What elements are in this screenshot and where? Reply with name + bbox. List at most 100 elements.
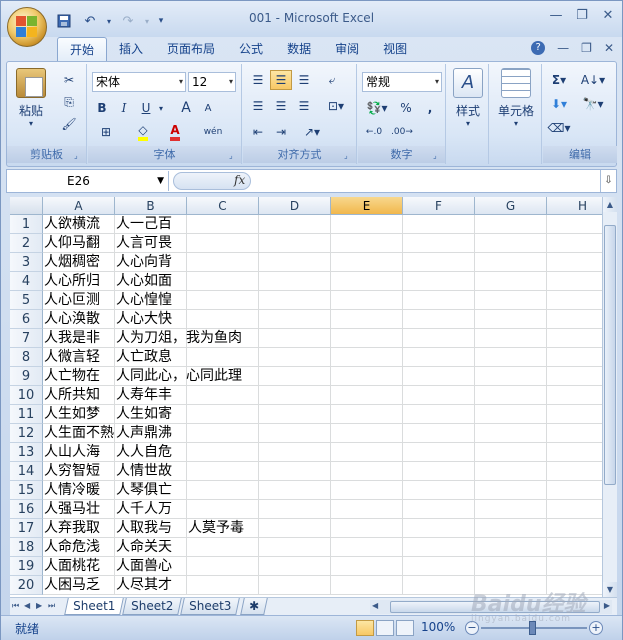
cell-g6[interactable] — [475, 310, 547, 329]
font-launcher-icon[interactable]: ⌟ — [229, 151, 239, 161]
cell-g19[interactable] — [475, 557, 547, 576]
column-header-e[interactable]: E — [331, 197, 403, 215]
page-layout-view-icon[interactable] — [376, 620, 394, 636]
close-button[interactable]: ✕ — [600, 9, 616, 23]
align-center-icon[interactable]: ☰ — [270, 96, 292, 116]
row-header[interactable]: 10 — [10, 386, 43, 405]
cell-h6[interactable] — [547, 310, 602, 329]
cell-g12[interactable] — [475, 424, 547, 443]
cell-f10[interactable] — [403, 386, 475, 405]
zoom-in-button[interactable]: + — [589, 621, 603, 635]
cell-c14[interactable] — [187, 462, 259, 481]
restore-button[interactable]: ❐ — [574, 9, 590, 23]
cell-c7[interactable] — [187, 329, 259, 348]
cell-h10[interactable] — [547, 386, 602, 405]
orientation-icon[interactable]: ↗▾ — [297, 122, 327, 142]
increase-indent-icon[interactable]: ⇥ — [270, 122, 292, 142]
cell-b1[interactable]: 人一己百 — [115, 215, 187, 234]
clear-icon[interactable]: ⌫▾ — [545, 118, 573, 138]
align-middle-icon[interactable]: ☰ — [270, 70, 292, 90]
sheet-tab-3[interactable]: Sheet3 — [180, 598, 241, 615]
cell-b7[interactable]: 人为刀俎，我为鱼肉 — [115, 329, 242, 348]
cell-a6[interactable]: 人心涣散 — [43, 310, 115, 329]
cell-a19[interactable]: 人面桃花 — [43, 557, 115, 576]
cell-g11[interactable] — [475, 405, 547, 424]
cell-h3[interactable] — [547, 253, 602, 272]
number-format-combo[interactable]: 常规 ▾ — [362, 72, 442, 92]
merge-center-icon[interactable]: ⊡▾ — [321, 96, 351, 116]
row-header[interactable]: 17 — [10, 519, 43, 538]
cell-g15[interactable] — [475, 481, 547, 500]
cell-a16[interactable]: 人强马壮 — [43, 500, 115, 519]
cell-a2[interactable]: 人仰马翻 — [43, 234, 115, 253]
cell-h5[interactable] — [547, 291, 602, 310]
cell-g13[interactable] — [475, 443, 547, 462]
increase-decimal-icon[interactable]: ←.0 — [362, 122, 386, 142]
cell-b3[interactable]: 人心向背 — [115, 253, 187, 272]
cell-a3[interactable]: 人烟稠密 — [43, 253, 115, 272]
cell-d17[interactable] — [259, 519, 331, 538]
cell-h2[interactable] — [547, 234, 602, 253]
alignment-launcher-icon[interactable]: ⌟ — [344, 151, 354, 161]
cell-e15[interactable] — [331, 481, 403, 500]
cell-f11[interactable] — [403, 405, 475, 424]
column-header-d[interactable]: D — [259, 197, 331, 215]
tab-home[interactable]: 开始 — [57, 37, 108, 62]
cell-d6[interactable] — [259, 310, 331, 329]
cell-e10[interactable] — [331, 386, 403, 405]
scroll-down-icon[interactable]: ▼ — [603, 582, 617, 597]
paste-button[interactable]: 粘贴 ▾ — [13, 68, 49, 128]
cell-f1[interactable] — [403, 215, 475, 234]
cell-g3[interactable] — [475, 253, 547, 272]
fill-color-icon[interactable]: ◇ — [128, 122, 158, 142]
cell-e12[interactable] — [331, 424, 403, 443]
styles-button[interactable]: A 样式 ▾ — [451, 68, 485, 128]
tab-formulas[interactable]: 公式 — [227, 37, 275, 62]
cell-a10[interactable]: 人所共知 — [43, 386, 115, 405]
expand-formula-bar-icon[interactable]: ⇩ — [600, 170, 616, 192]
cell-c1[interactable] — [187, 215, 259, 234]
sort-filter-icon[interactable]: A↓▾ — [577, 70, 609, 90]
cell-b19[interactable]: 人面兽心 — [115, 557, 187, 576]
align-left-icon[interactable]: ☰ — [247, 96, 269, 116]
cell-d1[interactable] — [259, 215, 331, 234]
cell-h13[interactable] — [547, 443, 602, 462]
vertical-scrollbar[interactable]: ▲ ▼ — [602, 197, 617, 597]
cell-e16[interactable] — [331, 500, 403, 519]
row-header[interactable]: 19 — [10, 557, 43, 576]
italic-button[interactable]: I — [114, 98, 134, 118]
cell-g9[interactable] — [475, 367, 547, 386]
formula-input[interactable] — [255, 171, 598, 191]
cell-f15[interactable] — [403, 481, 475, 500]
cell-d16[interactable] — [259, 500, 331, 519]
name-box[interactable]: E26 ▼ — [9, 171, 169, 191]
cell-h16[interactable] — [547, 500, 602, 519]
cell-c5[interactable] — [187, 291, 259, 310]
cell-f12[interactable] — [403, 424, 475, 443]
row-header[interactable]: 13 — [10, 443, 43, 462]
cell-h11[interactable] — [547, 405, 602, 424]
cell-a15[interactable]: 人情冷暖 — [43, 481, 115, 500]
cell-a4[interactable]: 人心所归 — [43, 272, 115, 291]
column-header-b[interactable]: B — [115, 197, 187, 215]
cell-d19[interactable] — [259, 557, 331, 576]
cell-h7[interactable] — [547, 329, 602, 348]
tab-page-layout[interactable]: 页面布局 — [155, 37, 227, 62]
help-icon[interactable]: ? — [531, 41, 546, 55]
cell-b6[interactable]: 人心大快 — [115, 310, 187, 329]
cell-c16[interactable] — [187, 500, 259, 519]
cell-d9[interactable] — [259, 367, 331, 386]
cell-f16[interactable] — [403, 500, 475, 519]
sheet-tab-2[interactable]: Sheet2 — [122, 598, 183, 615]
cell-h4[interactable] — [547, 272, 602, 291]
cell-d8[interactable] — [259, 348, 331, 367]
cell-c13[interactable] — [187, 443, 259, 462]
underline-dropdown-icon[interactable]: ▾ — [156, 98, 166, 118]
copy-icon[interactable]: ⎘ — [59, 92, 79, 112]
cell-e8[interactable] — [331, 348, 403, 367]
row-header[interactable]: 8 — [10, 348, 43, 367]
format-painter-icon[interactable]: 🖌 — [59, 114, 79, 134]
minimize-button[interactable]: — — [548, 9, 564, 23]
cell-b5[interactable]: 人心惶惶 — [115, 291, 187, 310]
cell-d18[interactable] — [259, 538, 331, 557]
